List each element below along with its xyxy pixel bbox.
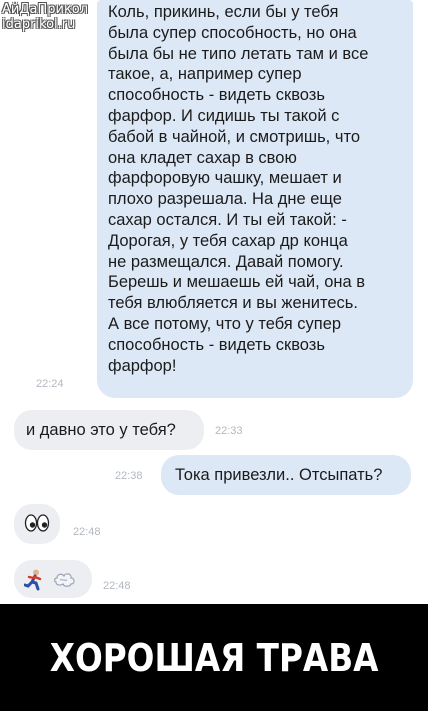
chat-area: АйДаПрикол idaprikol.ru Коль, прикинь, е…: [0, 0, 428, 604]
message-text: Тока привезли.. Отсыпать?: [175, 466, 383, 484]
message-bubble-incoming[interactable]: [14, 560, 92, 598]
runner-icon: [24, 569, 42, 591]
caption-banner: ХОРОШАЯ ТРАВА: [0, 604, 428, 711]
eyes-icon: [24, 514, 50, 532]
message-time: 22:38: [115, 470, 143, 482]
message-time: 22:48: [103, 580, 131, 592]
message-text: и давно это у тебя?: [26, 421, 176, 439]
watermark: АйДаПрикол idaprikol.ru: [2, 2, 88, 32]
caption-text: ХОРОШАЯ ТРАВА: [49, 635, 379, 680]
message-bubble-outgoing[interactable]: Коль, прикинь, если бы у тебя была супер…: [97, 0, 413, 398]
dash-icon: [54, 573, 75, 587]
watermark-title: АйДаПрикол: [2, 2, 89, 17]
message-bubble-outgoing[interactable]: Тока привезли.. Отсыпать?: [161, 455, 411, 495]
emoji-row: [24, 513, 50, 533]
message-time: 22:48: [73, 526, 101, 538]
message-time: 22:24: [36, 378, 64, 390]
watermark-url: idaprikol.ru: [2, 17, 76, 32]
message-time: 22:33: [215, 425, 243, 437]
emoji-row: [24, 569, 76, 591]
message-bubble-incoming[interactable]: и давно это у тебя?: [14, 410, 204, 450]
message-bubble-incoming[interactable]: [14, 504, 60, 544]
message-text: Коль, прикинь, если бы у тебя была супер…: [108, 3, 369, 375]
